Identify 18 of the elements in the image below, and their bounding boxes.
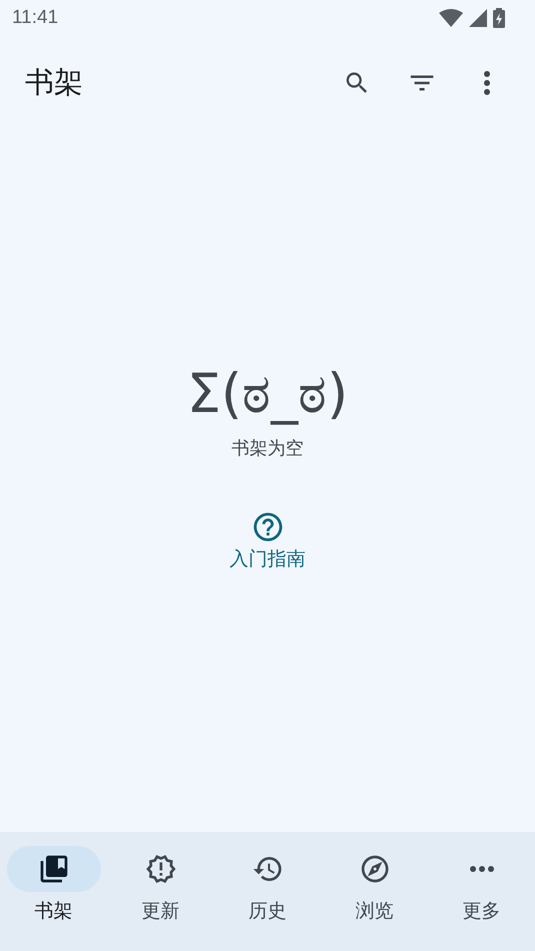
nav-tab[interactable]: 浏览	[321, 832, 428, 951]
alert-badge-icon	[144, 853, 176, 885]
nav-tab[interactable]: 书架	[0, 832, 107, 951]
more-icon	[470, 866, 494, 872]
compass-icon	[358, 853, 390, 885]
signal-icon	[469, 9, 487, 27]
guide-link[interactable]: 入门指南	[222, 506, 314, 576]
wifi-icon	[439, 9, 463, 27]
nav-tab[interactable]: 更多	[428, 832, 535, 951]
nav-tab[interactable]: 历史	[214, 832, 321, 951]
app-title: 书架	[25, 64, 84, 101]
battery-icon	[493, 8, 505, 28]
empty-face-emoticon: Σ(ಠ_ಠ)	[186, 362, 348, 426]
nav-tab[interactable]: 更新	[107, 832, 214, 951]
empty-message: 书架为空	[232, 437, 304, 460]
library-icon	[38, 853, 70, 885]
status-time: 11:41	[12, 7, 58, 29]
more-vertical-icon	[484, 71, 490, 95]
